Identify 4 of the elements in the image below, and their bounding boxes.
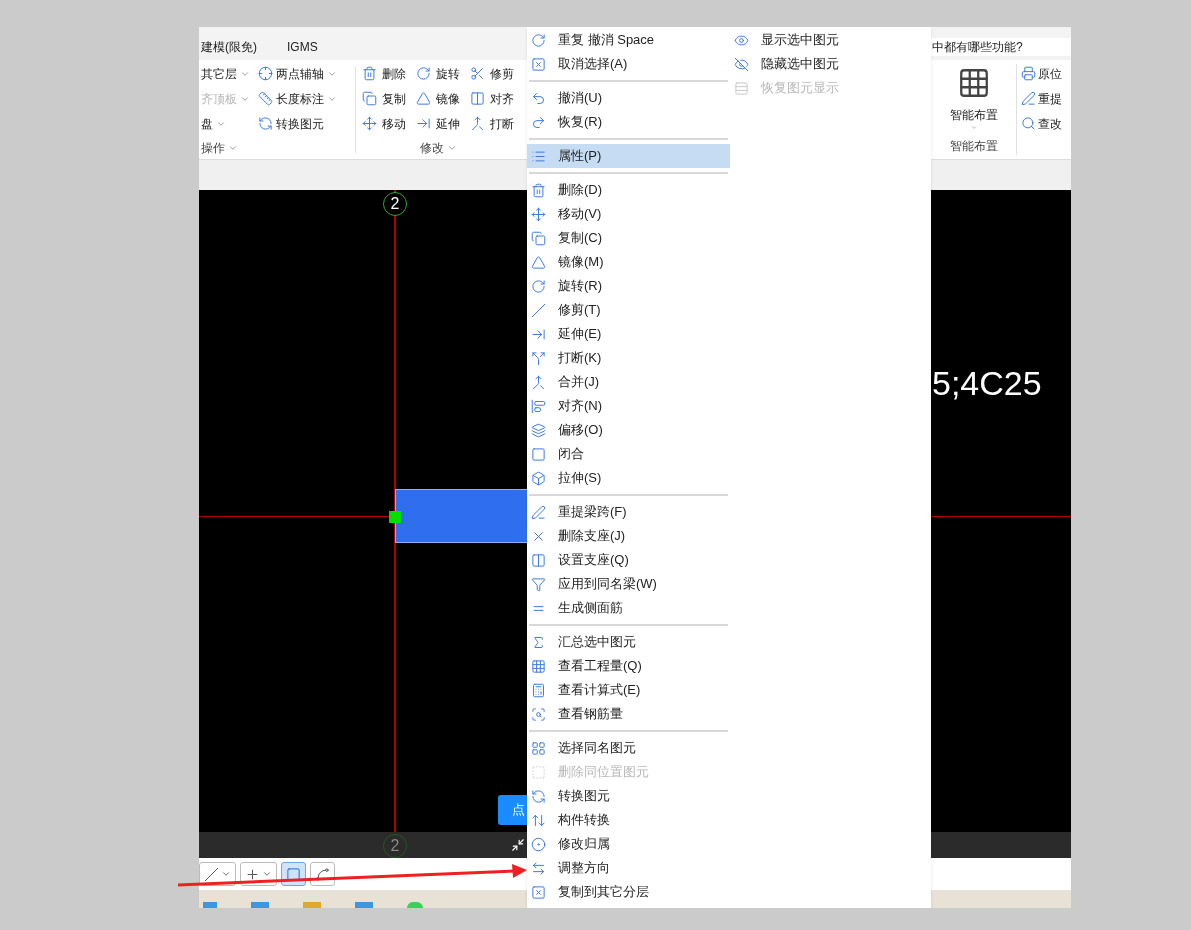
- group-label: 智能布置: [949, 138, 998, 155]
- axis-bubble: 2: [383, 192, 407, 216]
- tooltip: 点: [498, 795, 527, 825]
- beam-label: 5;4C25: [932, 363, 1042, 404]
